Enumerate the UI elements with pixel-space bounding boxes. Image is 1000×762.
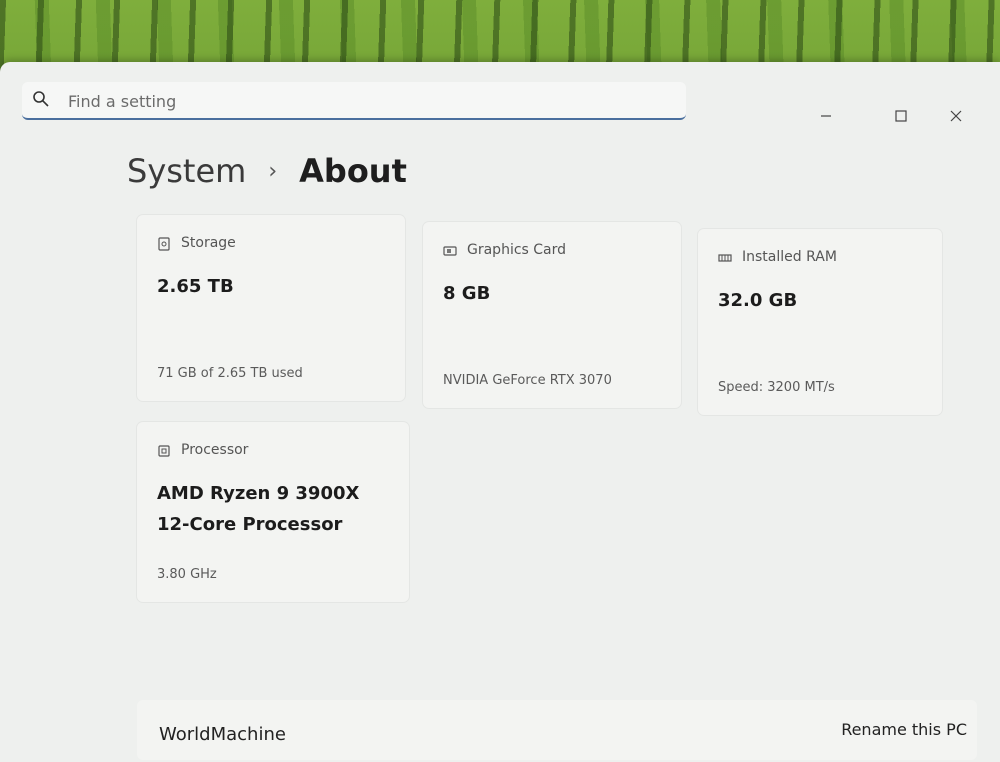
- search-box[interactable]: [22, 82, 686, 120]
- installed-ram-value: 32.0 GB: [718, 290, 798, 311]
- graphics-card-value: 8 GB: [443, 283, 491, 304]
- rename-pc-button[interactable]: Rename this PC: [841, 720, 967, 739]
- processor-label: Processor: [181, 442, 249, 458]
- minimize-icon: [821, 115, 831, 117]
- settings-window: System › About Storage 2.65 TB 71 GB of …: [0, 62, 1000, 762]
- processor-card: Processor AMD Ryzen 9 3900X 12-Core Proc…: [137, 422, 409, 602]
- installed-ram-label: Installed RAM: [742, 249, 837, 265]
- graphics-card-label: Graphics Card: [467, 242, 567, 258]
- storage-icon: [157, 236, 171, 251]
- close-button[interactable]: [942, 102, 970, 130]
- page-title: About: [299, 152, 407, 190]
- processor-icon: [157, 443, 171, 457]
- processor-speed: 3.80 GHz: [157, 567, 217, 582]
- breadcrumb-system-link[interactable]: System: [127, 152, 246, 190]
- minimize-button[interactable]: [812, 102, 840, 130]
- graphics-card-model: NVIDIA GeForce RTX 3070: [443, 373, 612, 388]
- storage-value: 2.65 TB: [157, 276, 234, 297]
- processor-name-line1: AMD Ryzen 9 3900X: [157, 483, 360, 504]
- maximize-button[interactable]: [887, 102, 915, 130]
- pc-name: WorldMachine: [159, 724, 286, 745]
- processor-name-line2: 12-Core Processor: [157, 514, 343, 535]
- processor-value: AMD Ryzen 9 3900X 12-Core Processor: [157, 478, 359, 540]
- graphics-card-card: Graphics Card 8 GB NVIDIA GeForce RTX 30…: [423, 222, 681, 408]
- device-name-row: WorldMachine Rename this PC: [137, 700, 977, 760]
- storage-label: Storage: [181, 235, 236, 251]
- search-icon: [32, 90, 50, 108]
- storage-usage: 71 GB of 2.65 TB used: [157, 366, 303, 381]
- breadcrumb: System › About: [127, 146, 407, 196]
- breadcrumb-chevron-icon: ›: [268, 158, 278, 184]
- graphics-card-icon: [443, 243, 457, 257]
- maximize-icon: [895, 110, 907, 122]
- ram-icon: [718, 250, 732, 264]
- search-input[interactable]: [66, 86, 670, 116]
- close-icon: [950, 110, 962, 122]
- ram-speed: Speed: 3200 MT/s: [718, 380, 835, 395]
- storage-card: Storage 2.65 TB 71 GB of 2.65 TB used: [137, 215, 405, 401]
- installed-ram-card: Installed RAM 32.0 GB Speed: 3200 MT/s: [698, 229, 942, 415]
